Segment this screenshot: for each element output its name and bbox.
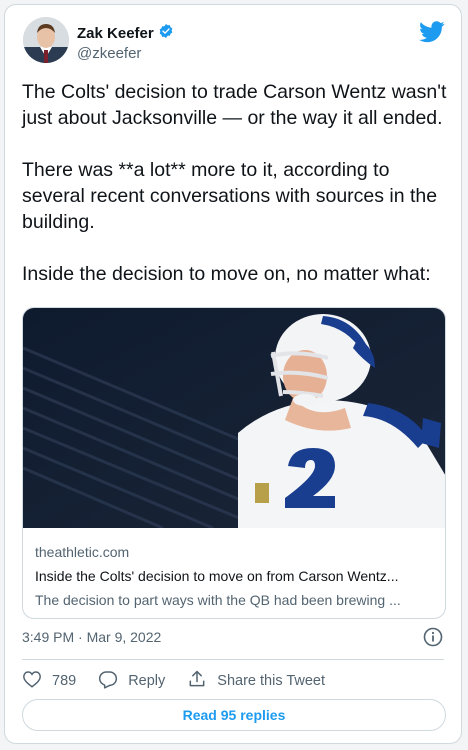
link-preview-image [23, 308, 445, 530]
author-name-text: Zak Keefer [77, 24, 154, 42]
twitter-bird-icon[interactable] [419, 21, 445, 48]
tweet-paragraph: There was **a lot** more to it, accordin… [22, 159, 438, 233]
heart-icon [22, 670, 42, 692]
share-upload-icon [187, 669, 207, 693]
author-handle[interactable]: @zkeefer [77, 45, 141, 62]
tweet-text: The Colts' decision to trade Carson Went… [22, 79, 450, 313]
like-button[interactable]: 789 [22, 670, 76, 692]
tweet-paragraph: The Colts' decision to trade Carson Went… [22, 81, 447, 129]
divider [22, 659, 444, 660]
share-label: Share this Tweet [217, 673, 326, 689]
tweet-card: Zak Keefer @zkeefer The Colts' decision … [4, 4, 462, 744]
link-domain: theathletic.com [35, 544, 130, 560]
like-count: 789 [52, 673, 77, 689]
link-title: Inside the Colts' decision to move on fr… [35, 568, 399, 584]
info-icon[interactable] [423, 627, 443, 652]
tweet-timestamp[interactable]: 3:49 PM · Mar 9, 2022 [22, 629, 161, 645]
reply-bubble-icon [98, 670, 118, 693]
reply-button[interactable]: Reply [98, 670, 165, 693]
read-replies-label: Read 95 replies [182, 707, 286, 723]
avatar[interactable] [23, 17, 69, 63]
author-name[interactable]: Zak Keefer [77, 23, 174, 43]
action-bar: 789 Reply Share this Tweet [22, 669, 347, 693]
tweet-paragraph: Inside the decision to move on, no matte… [22, 263, 431, 285]
verified-badge-icon [158, 23, 174, 43]
share-button[interactable]: Share this Tweet [187, 669, 325, 693]
read-replies-button[interactable]: Read 95 replies [22, 699, 446, 731]
link-description: The decision to part ways with the QB ha… [35, 592, 401, 608]
link-preview-card[interactable]: theathletic.com Inside the Colts' decisi… [22, 307, 446, 619]
reply-label: Reply [128, 673, 166, 689]
